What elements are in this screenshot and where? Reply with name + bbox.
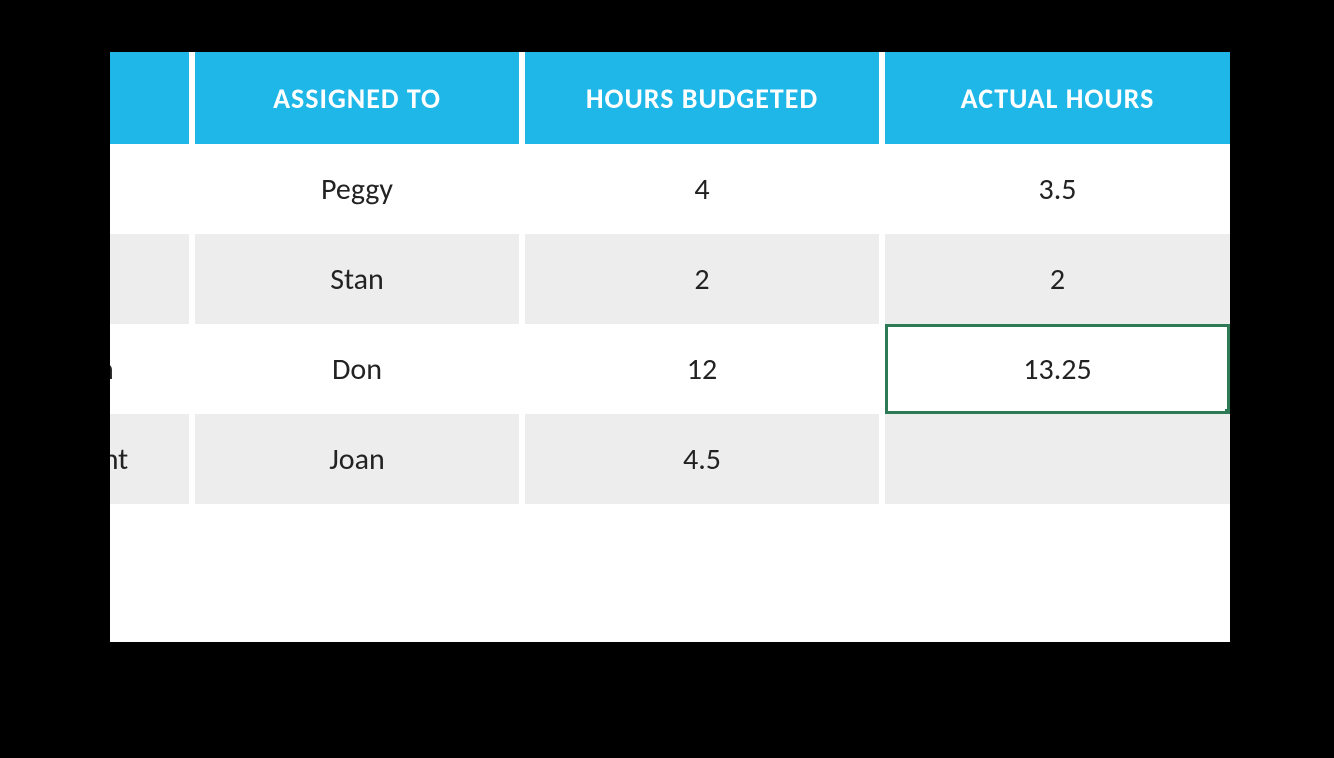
col-header-type[interactable]: PE — [110, 52, 195, 144]
hours-table: PE ASSIGNED TO HOURS BUDGETED ACTUAL HOU… — [110, 52, 1230, 560]
table-row: n Don 12 13.25 — [110, 324, 1230, 414]
cell-empty[interactable] — [195, 504, 525, 560]
cell-type[interactable]: nt — [110, 144, 195, 234]
cell-hours-budgeted[interactable]: 2 — [525, 234, 885, 324]
cell-empty[interactable] — [525, 504, 885, 560]
cell-hours-budgeted[interactable]: 12 — [525, 324, 885, 414]
cell-type[interactable]: n — [110, 324, 195, 414]
col-header-assigned-to[interactable]: ASSIGNED TO — [195, 52, 525, 144]
cell-hours-budgeted[interactable]: 4.5 — [525, 414, 885, 504]
cell-actual-hours-selected[interactable]: 13.25 — [885, 324, 1230, 414]
cell-assigned-to[interactable]: Stan — [195, 234, 525, 324]
table-row: Stan 2 2 — [110, 234, 1230, 324]
table-row: nent Joan 4.5 — [110, 414, 1230, 504]
cell-actual-hours[interactable]: 3.5 — [885, 144, 1230, 234]
cell-assigned-to[interactable]: Don — [195, 324, 525, 414]
cell-type[interactable] — [110, 234, 195, 324]
col-header-hours-budgeted[interactable]: HOURS BUDGETED — [525, 52, 885, 144]
cell-actual-hours[interactable]: 2 — [885, 234, 1230, 324]
cell-assigned-to[interactable]: Joan — [195, 414, 525, 504]
cell-type[interactable]: nent — [110, 414, 195, 504]
table-header-row: PE ASSIGNED TO HOURS BUDGETED ACTUAL HOU… — [110, 52, 1230, 144]
table-row: nt Peggy 4 3.5 — [110, 144, 1230, 234]
cell-empty[interactable] — [885, 504, 1230, 560]
cell-empty[interactable] — [110, 504, 195, 560]
spreadsheet-card: PE ASSIGNED TO HOURS BUDGETED ACTUAL HOU… — [110, 52, 1230, 642]
table-row-empty — [110, 504, 1230, 560]
cell-assigned-to[interactable]: Peggy — [195, 144, 525, 234]
cell-hours-budgeted[interactable]: 4 — [525, 144, 885, 234]
cell-actual-hours[interactable] — [885, 414, 1230, 504]
col-header-actual-hours[interactable]: ACTUAL HOURS — [885, 52, 1230, 144]
